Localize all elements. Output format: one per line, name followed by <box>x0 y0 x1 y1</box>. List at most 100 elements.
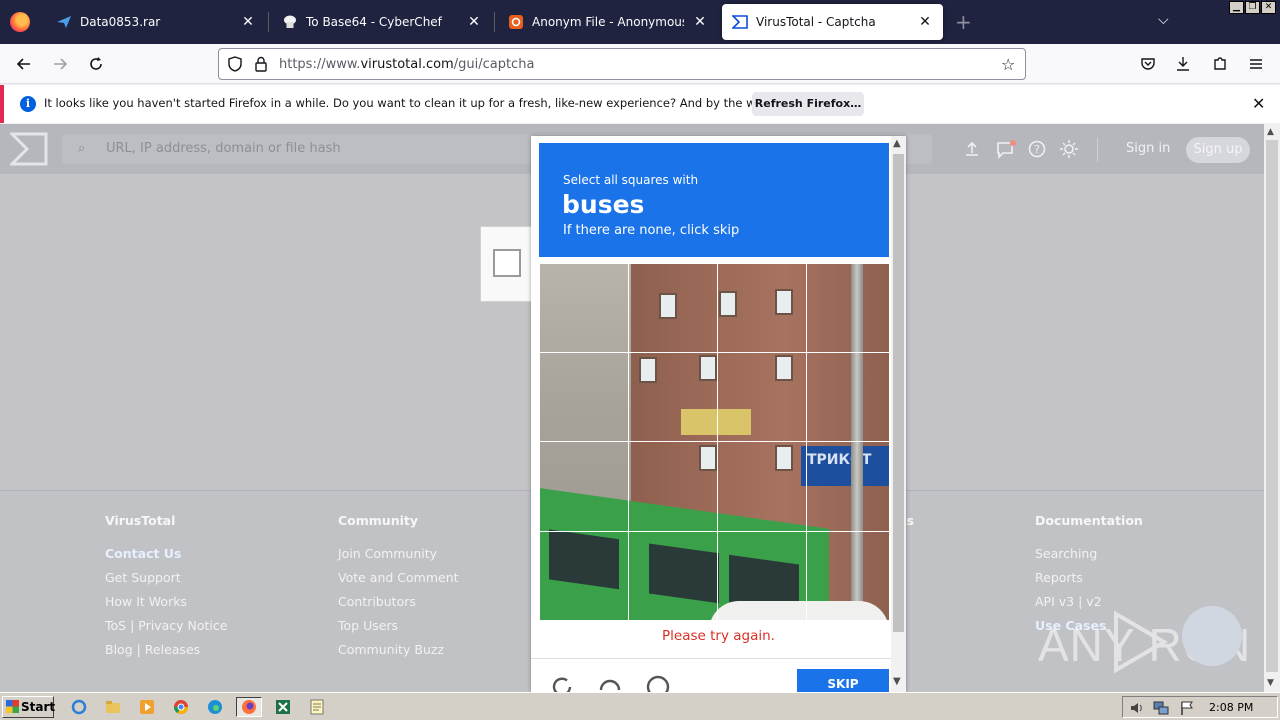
captcha-tile[interactable] <box>806 531 889 621</box>
captcha-tile[interactable] <box>628 263 718 353</box>
join-community-link[interactable]: Join Community <box>338 545 459 569</box>
excel-icon[interactable] <box>272 697 294 717</box>
captcha-image-grid: ТРИКОТ <box>539 263 889 621</box>
theme-sun-icon[interactable] <box>1060 140 1080 160</box>
start-button[interactable]: Start <box>2 696 56 718</box>
sign-up-button[interactable]: Sign up <box>1186 137 1250 163</box>
captcha-tile[interactable] <box>539 441 629 532</box>
close-window-button[interactable]: ✕ <box>1261 1 1276 14</box>
captcha-tile[interactable] <box>628 352 718 442</box>
tab-anonym-file[interactable]: Anonym File - Anonymous File Uplo ✕ <box>498 4 718 40</box>
scroll-up-arrow-icon[interactable]: ▲ <box>893 138 901 149</box>
contact-us-link[interactable]: Contact Us <box>105 545 227 569</box>
restore-window-button[interactable]: ❐ <box>1245 1 1260 14</box>
start-label: Start <box>21 700 56 714</box>
edge-icon[interactable] <box>204 697 226 717</box>
refresh-firefox-button[interactable]: Refresh Firefox… <box>752 92 864 116</box>
captcha-instructions: Select all squares with buses If there a… <box>539 143 889 257</box>
recaptcha-anchor-card <box>480 226 536 302</box>
captcha-scrollbar[interactable]: ▲ ▼ <box>891 136 906 692</box>
notifications-chat-icon[interactable] <box>996 140 1016 160</box>
captcha-tile[interactable] <box>717 263 807 353</box>
captcha-tile[interactable] <box>717 441 807 532</box>
footer-column-community: Community Join Community Vote and Commen… <box>338 513 459 665</box>
scroll-down-arrow-icon[interactable]: ▼ <box>893 676 901 687</box>
audio-challenge-headphones-icon[interactable] <box>597 674 623 692</box>
captcha-tile[interactable] <box>806 441 889 532</box>
vt-search-input[interactable]: URL, IP address, domain or file hash <box>106 141 341 156</box>
reload-icon[interactable] <box>84 52 108 76</box>
close-tab-icon[interactable]: ✕ <box>466 14 482 30</box>
forward-arrow-icon[interactable] <box>48 52 72 76</box>
scrollbar-thumb[interactable] <box>1266 140 1278 672</box>
how-it-works-link[interactable]: How It Works <box>105 593 227 617</box>
sign-in-link[interactable]: Sign in <box>1126 141 1170 156</box>
svg-text:?: ? <box>1034 143 1040 156</box>
captcha-tile[interactable] <box>717 531 807 621</box>
watermark-play-icon <box>1114 610 1168 674</box>
reports-link[interactable]: Reports <box>1035 569 1143 593</box>
contributors-link[interactable]: Contributors <box>338 593 459 617</box>
captcha-tile[interactable] <box>717 352 807 442</box>
help-info-icon[interactable] <box>645 674 671 692</box>
reload-challenge-icon[interactable] <box>549 674 575 692</box>
notepad-icon[interactable] <box>306 697 328 717</box>
tracking-protection-shield-icon[interactable] <box>227 56 243 75</box>
internet-explorer-icon[interactable] <box>68 697 90 717</box>
tab-cyberchef[interactable]: To Base64 - CyberChef ✕ <box>272 4 492 40</box>
get-support-link[interactable]: Get Support <box>105 569 227 593</box>
footer-heading: Documentation <box>1035 513 1143 528</box>
firefox-logo-icon[interactable] <box>10 12 30 32</box>
virustotal-logo-icon[interactable] <box>10 132 48 166</box>
network-icon[interactable] <box>1153 700 1169 719</box>
scroll-down-arrow-icon[interactable]: ▼ <box>1267 678 1274 688</box>
captcha-tile[interactable] <box>539 531 629 621</box>
captcha-scrollbar-thumb[interactable] <box>893 154 904 632</box>
bookmark-star-icon[interactable]: ☆ <box>1001 55 1015 74</box>
page-scrollbar[interactable]: ▲ ▼ <box>1264 124 1280 692</box>
url-bar[interactable]: https://www.virustotal.com/gui/captcha ☆ <box>218 48 1026 80</box>
captcha-tile[interactable] <box>806 352 889 442</box>
captcha-tile[interactable] <box>628 531 718 621</box>
windows-flag-icon <box>6 700 19 713</box>
action-center-flag-icon[interactable] <box>1179 700 1195 719</box>
skip-button[interactable]: SKIP <box>797 669 889 692</box>
close-notification-icon[interactable]: ✕ <box>1252 94 1265 113</box>
tab-data0853[interactable]: Data0853.rar ✕ <box>46 4 266 40</box>
downloads-icon[interactable] <box>1171 52 1195 76</box>
list-all-tabs-chevron-icon[interactable]: ⌵ <box>1158 12 1169 28</box>
clock[interactable]: 2:08 PM <box>1209 701 1253 714</box>
blog-releases-link[interactable]: Blog | Releases <box>105 641 227 665</box>
extensions-puzzle-icon[interactable] <box>1208 52 1232 76</box>
hamburger-menu-icon[interactable] <box>1244 52 1268 76</box>
captcha-tile[interactable] <box>628 441 718 532</box>
volume-icon[interactable] <box>1129 700 1145 719</box>
help-question-icon[interactable]: ? <box>1028 140 1048 160</box>
scroll-up-arrow-icon[interactable]: ▲ <box>1267 127 1274 137</box>
top-users-link[interactable]: Top Users <box>338 617 459 641</box>
pocket-icon[interactable] <box>1136 52 1160 76</box>
firefox-taskbar-icon[interactable] <box>236 697 262 717</box>
recaptcha-checkbox[interactable] <box>493 249 521 277</box>
chrome-icon[interactable] <box>170 697 192 717</box>
captcha-tile[interactable] <box>806 263 889 353</box>
new-tab-plus-icon[interactable]: + <box>955 12 972 32</box>
media-player-icon[interactable] <box>136 697 158 717</box>
upload-icon[interactable] <box>963 140 983 160</box>
tab-virustotal[interactable]: VirusTotal - Captcha ✕ <box>722 4 943 40</box>
tos-privacy-link[interactable]: ToS | Privacy Notice <box>105 617 227 641</box>
vote-comment-link[interactable]: Vote and Comment <box>338 569 459 593</box>
minimize-window-button[interactable]: ▁ <box>1229 1 1244 14</box>
captcha-tile[interactable] <box>539 263 629 353</box>
close-tab-icon[interactable]: ✕ <box>240 14 256 30</box>
file-explorer-icon[interactable] <box>102 697 124 717</box>
padlock-icon[interactable] <box>254 56 268 75</box>
community-buzz-link[interactable]: Community Buzz <box>338 641 459 665</box>
searching-link[interactable]: Searching <box>1035 545 1143 569</box>
captcha-tile[interactable] <box>539 352 629 442</box>
url-prefix: https://www. <box>279 57 361 72</box>
close-tab-icon[interactable]: ✕ <box>917 14 933 30</box>
close-tab-icon[interactable]: ✕ <box>692 14 708 30</box>
back-arrow-icon[interactable] <box>12 52 36 76</box>
url-text[interactable]: https://www.virustotal.com/gui/captcha <box>279 57 534 72</box>
